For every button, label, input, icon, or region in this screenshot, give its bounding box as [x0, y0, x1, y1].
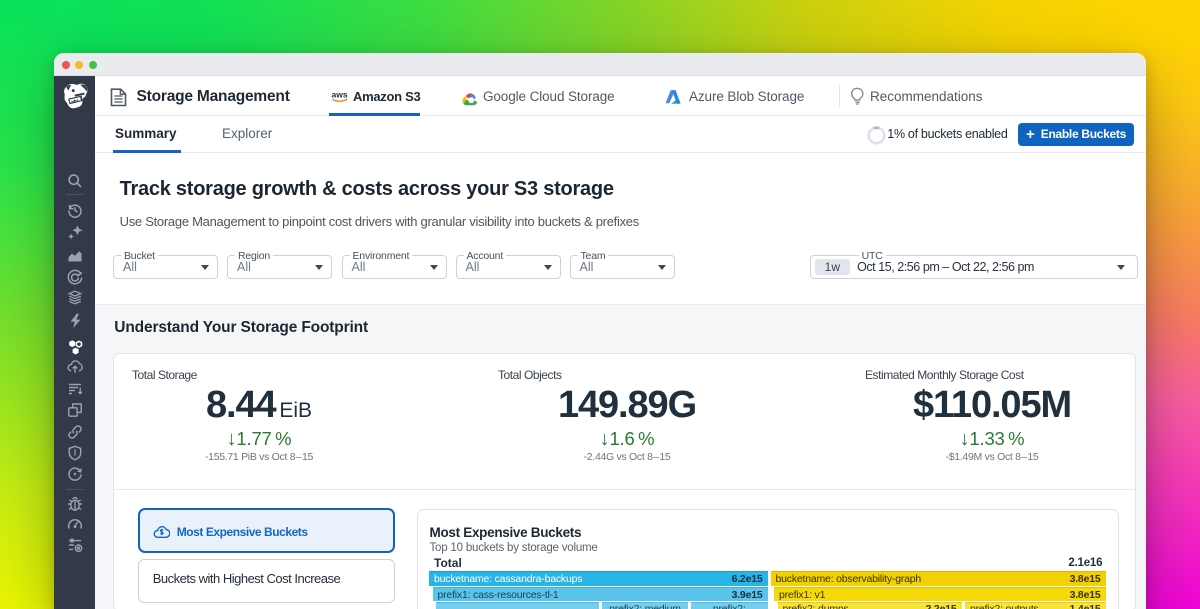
svg-text:aws: aws — [331, 90, 347, 100]
